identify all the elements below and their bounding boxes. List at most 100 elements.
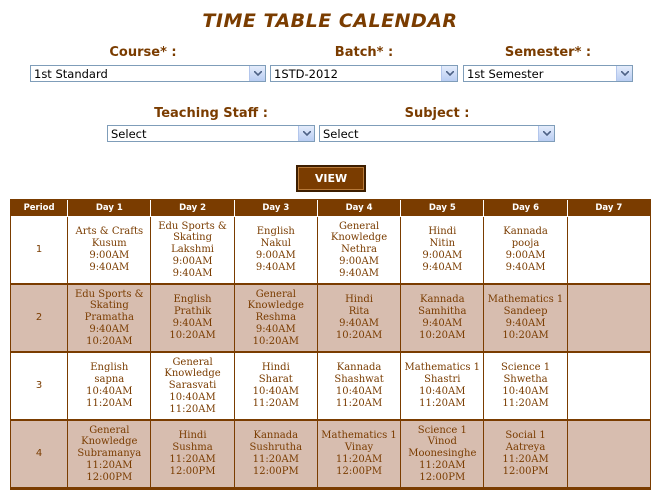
period-cell: 4 bbox=[11, 421, 69, 489]
cell-line: Kannada bbox=[419, 294, 465, 306]
cell-line: 9:40AM bbox=[339, 267, 379, 279]
timetable-cell[interactable]: General Knowledge Reshma 9:40AM 10:20AM bbox=[234, 285, 318, 353]
timetable-cell[interactable]: Science 1 Shwetha 10:40AM 11:20AM bbox=[484, 353, 568, 421]
period-cell: 2 bbox=[11, 285, 69, 353]
cell-line: Knowledge bbox=[247, 300, 304, 312]
timetable-cell[interactable]: Kannada pooja 9:00AM 9:40AM bbox=[484, 217, 568, 285]
cell-line: 11:20AM bbox=[169, 454, 216, 465]
batch-select[interactable]: 1STD-2012 bbox=[270, 65, 458, 82]
timetable-cell[interactable]: Edu Sports & Skating Pramatha 9:40AM 10:20AM bbox=[68, 285, 152, 353]
cell-line: Knowledge bbox=[164, 368, 221, 380]
cell-line: 9:40AM bbox=[505, 261, 546, 273]
cell-line: 9:40AM bbox=[89, 323, 130, 335]
timetable-cell[interactable]: English Nakul 9:00AM 9:40AM bbox=[234, 217, 318, 285]
view-button[interactable]: VIEW bbox=[296, 165, 366, 192]
timetable-cell[interactable]: General Knowledge Sarasvati 10:40AM 11:20AM bbox=[151, 353, 235, 421]
table-header-row: Period Day 1 Day 2 Day 3 Day 4 Day 5 Day… bbox=[11, 200, 650, 217]
column-header: Period bbox=[11, 200, 69, 217]
timetable-cell[interactable] bbox=[567, 217, 650, 285]
column-header: Day 3 bbox=[234, 200, 318, 217]
chevron-down-icon[interactable] bbox=[441, 66, 457, 81]
subject-select[interactable]: Select bbox=[319, 125, 555, 142]
cell-line: 12:00PM bbox=[419, 471, 466, 483]
cell-line: Mathematics 1 bbox=[487, 294, 564, 306]
cell-line: 10:40AM bbox=[502, 386, 549, 397]
cell-line: Nakul bbox=[260, 238, 291, 250]
timetable-cell[interactable]: Kannada Shashwat 10:40AM 11:20AM bbox=[317, 353, 402, 421]
cell-line: 12:00PM bbox=[86, 471, 133, 483]
cell-line: 12:00PM bbox=[252, 465, 299, 477]
cell-line: Hindi bbox=[345, 294, 374, 306]
cell-line: Shashwat bbox=[334, 374, 384, 386]
timetable-cell[interactable]: Edu Sports & Skating Lakshmi 9:00AM 9:40AM bbox=[151, 217, 235, 285]
timetable-cell[interactable]: Mathematics 1 Vinay 11:20AM 12:00PM bbox=[317, 421, 402, 489]
timetable-cell[interactable]: General Knowledge Subramanya 11:20AM 12:00PM bbox=[68, 421, 152, 489]
cell-line: Social 1 bbox=[505, 430, 546, 442]
timetable-cell[interactable]: Hindi Nitin 9:00AM 9:40AM bbox=[401, 217, 485, 285]
timetable-cell[interactable]: English Prathik 9:40AM 10:20AM bbox=[151, 285, 235, 353]
semester-select[interactable]: 1st Semester bbox=[463, 65, 633, 82]
semester-label: Semester* : bbox=[504, 45, 592, 60]
cell-line: 11:20AM bbox=[252, 397, 299, 409]
cell-line: 10:40AM bbox=[252, 386, 299, 397]
cell-line: Sushma bbox=[172, 442, 213, 454]
cell-line: Sandeep bbox=[503, 306, 548, 318]
timetable-cell[interactable] bbox=[567, 421, 650, 489]
timetable-cell[interactable]: Arts & Crafts Kusum 9:00AM 9:40AM bbox=[68, 217, 152, 285]
timetable-cell[interactable] bbox=[567, 285, 650, 353]
timetable-cell[interactable]: Hindi Rita 9:40AM 10:20AM bbox=[317, 285, 402, 353]
cell-line: Arts & Crafts bbox=[75, 226, 144, 238]
timetable-cell[interactable]: Social 1 Aatreya 11:20AM 12:00PM bbox=[484, 421, 568, 489]
column-header: Day 1 bbox=[68, 200, 152, 217]
cell-line: Vinod bbox=[427, 436, 457, 448]
cell-line: General bbox=[255, 288, 296, 300]
cell-line: 9:40AM bbox=[255, 323, 296, 335]
cell-line: 10:20AM bbox=[252, 335, 299, 347]
cell-line: 12:00PM bbox=[502, 465, 549, 477]
cell-line: 9:40AM bbox=[255, 261, 296, 273]
timetable-cell[interactable]: Hindi Sharat 10:40AM 11:20AM bbox=[234, 353, 318, 421]
cell-line: 10:20AM bbox=[335, 329, 383, 341]
cell-line: 9:40AM bbox=[172, 318, 213, 329]
timetable-cell[interactable]: Mathematics 1 Sandeep 9:40AM 10:20AM bbox=[484, 285, 568, 353]
chevron-down-icon[interactable] bbox=[249, 66, 265, 81]
timetable-cell[interactable]: General Knowledge Nethra 9:00AM 9:40AM bbox=[317, 217, 402, 285]
period-cell: 1 bbox=[11, 217, 69, 285]
timetable-cell[interactable]: Mathematics 1 Shastri 10:40AM 11:20AM bbox=[401, 353, 485, 421]
cell-line: Kannada bbox=[336, 362, 382, 374]
timetable-cell[interactable]: Kannada Samhitha 9:40AM 10:20AM bbox=[401, 285, 485, 353]
cell-line: 10:40AM bbox=[419, 386, 466, 397]
chevron-down-icon[interactable] bbox=[298, 126, 314, 141]
chevron-down-icon[interactable] bbox=[538, 126, 554, 141]
cell-line: Moonesinghe bbox=[408, 448, 477, 460]
cell-line: 12:00PM bbox=[336, 465, 382, 477]
timetable-cell[interactable]: Kannada Sushrutha 11:20AM 12:00PM bbox=[234, 421, 318, 489]
timetable-cell[interactable]: English sapna 10:40AM 11:20AM bbox=[68, 353, 152, 421]
timetable-cell[interactable]: Hindi Sushma 11:20AM 12:00PM bbox=[151, 421, 235, 489]
cell-line: sapna bbox=[94, 374, 125, 386]
cell-line: 9:00AM bbox=[255, 250, 296, 261]
cell-line: Shastri bbox=[424, 374, 461, 386]
timetable-cell[interactable] bbox=[567, 353, 650, 421]
subject-label: Subject : bbox=[404, 106, 470, 121]
cell-line: Hindi bbox=[178, 430, 207, 442]
timetable-cell[interactable]: Science 1 Vinod Moonesinghe 11:20AM 12:00PM bbox=[401, 421, 485, 489]
chevron-down-icon[interactable] bbox=[616, 66, 632, 81]
subject-select-value: Select bbox=[323, 127, 359, 141]
cell-line: Hindi bbox=[428, 226, 457, 238]
cell-line: 9:40AM bbox=[422, 261, 463, 273]
cell-line: pooja bbox=[511, 238, 540, 250]
cell-line: 10:20AM bbox=[419, 329, 466, 341]
cell-line: 11:20AM bbox=[502, 397, 549, 409]
cell-line: Edu Sports & bbox=[74, 288, 144, 300]
course-select[interactable]: 1st Standard bbox=[30, 65, 266, 82]
cell-line: 9:00AM bbox=[89, 250, 130, 261]
cell-line: Sushrutha bbox=[249, 442, 303, 454]
cell-line: General bbox=[338, 220, 380, 232]
cell-line: Sharat bbox=[258, 374, 293, 386]
cell-line: 11:20AM bbox=[86, 397, 133, 409]
page-title: TIME TABLE CALENDAR bbox=[202, 10, 458, 32]
teaching-staff-select[interactable]: Select bbox=[107, 125, 315, 142]
column-header: Day 4 bbox=[317, 200, 402, 217]
cell-line: Rita bbox=[348, 306, 370, 318]
